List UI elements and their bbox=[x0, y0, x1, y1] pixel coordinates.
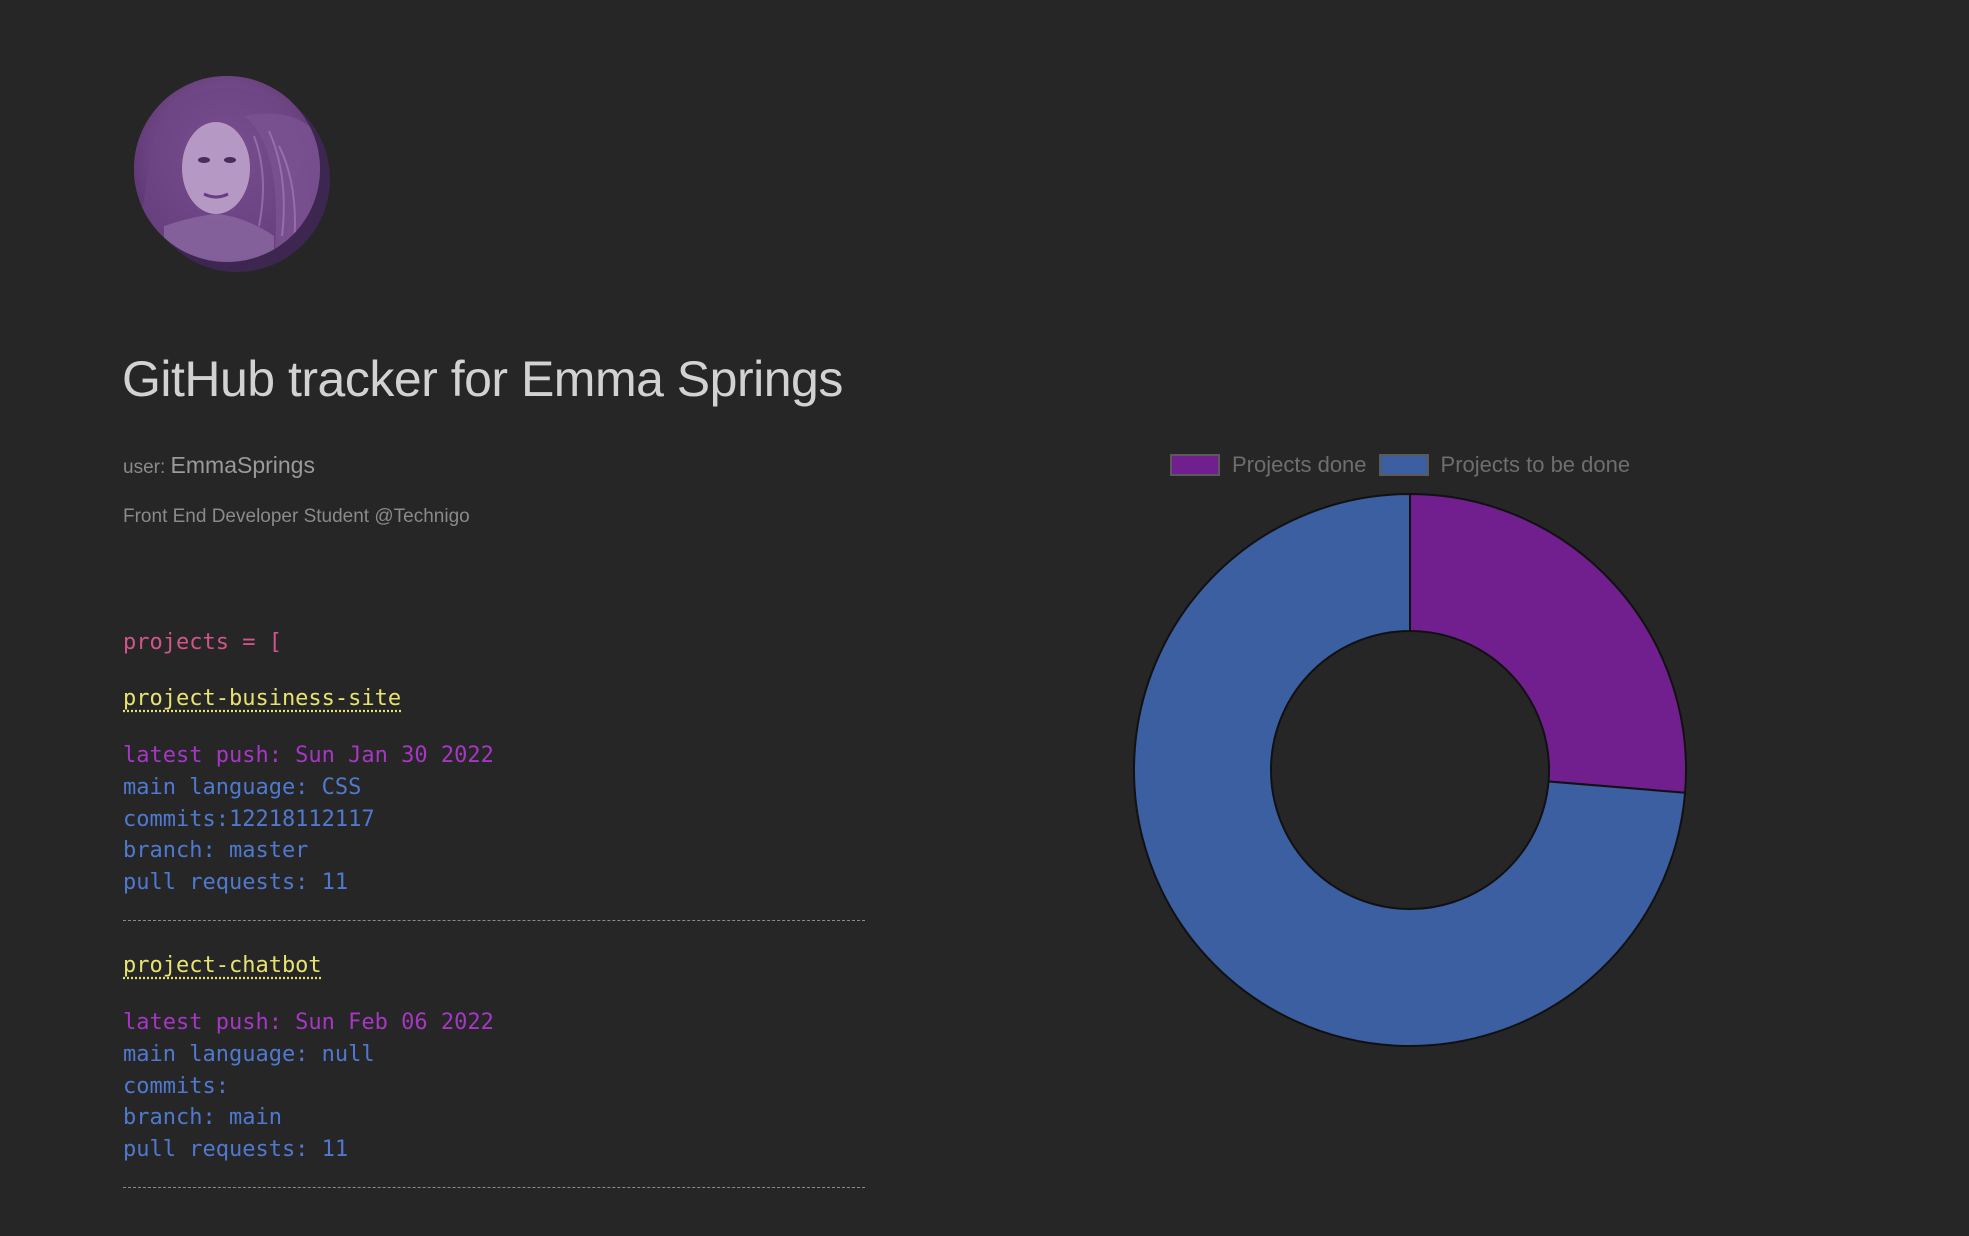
latest-push: latest push: Sun Jan 30 2022 bbox=[123, 743, 494, 768]
chart-slice-projects-done[interactable] bbox=[1409, 492, 1687, 794]
main-language: main language: null bbox=[123, 1042, 375, 1067]
projects-doughnut-chart bbox=[1133, 492, 1687, 1047]
projects-open-bracket: projects = [ bbox=[123, 630, 282, 655]
chart-slices bbox=[1133, 492, 1687, 1047]
project-link[interactable]: project-chatbot bbox=[123, 951, 322, 981]
projects-list: projects = [ project-business-site lates… bbox=[123, 628, 865, 1188]
project-card: project-business-site latest push: Sun J… bbox=[123, 684, 865, 921]
username-line: user: EmmaSprings bbox=[123, 452, 315, 479]
project-link[interactable]: project-business-site bbox=[123, 684, 401, 714]
avatar-container bbox=[134, 76, 330, 272]
branch-name: branch: main bbox=[123, 1105, 282, 1130]
avatar bbox=[134, 76, 320, 262]
username-label: user: bbox=[123, 457, 166, 478]
branch-name: branch: master bbox=[123, 838, 309, 863]
commits-count: commits: bbox=[123, 1073, 229, 1099]
commits-count: commits:12218112117 bbox=[123, 806, 375, 832]
pull-requests-count: pull requests: 11 bbox=[123, 869, 349, 895]
pull-requests-count: pull requests: 11 bbox=[123, 1136, 349, 1162]
avatar-portrait-image bbox=[134, 76, 320, 262]
page-title: GitHub tracker for Emma Springs bbox=[122, 351, 843, 407]
project-card: project-chatbot latest push: Sun Feb 06 … bbox=[123, 951, 865, 1188]
username-value: EmmaSprings bbox=[170, 452, 315, 478]
main-language: main language: CSS bbox=[123, 775, 362, 800]
user-bio: Front End Developer Student @Technigo bbox=[123, 506, 470, 527]
latest-push: latest push: Sun Feb 06 2022 bbox=[123, 1010, 494, 1035]
